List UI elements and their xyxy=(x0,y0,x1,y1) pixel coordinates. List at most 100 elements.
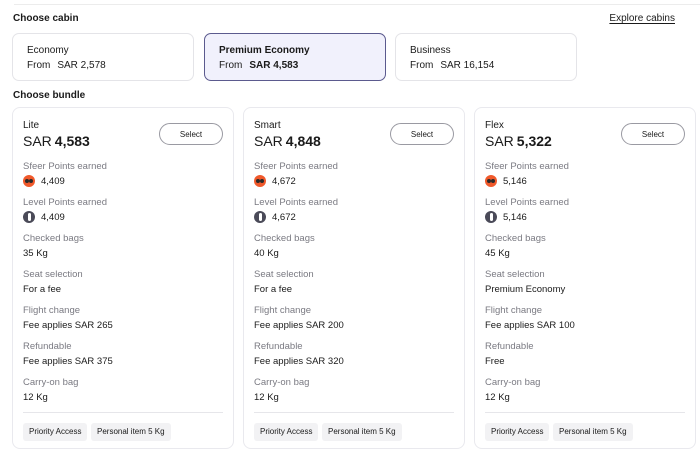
cabin-price-value: SAR 16,154 xyxy=(440,60,495,71)
flight-change-label: Flight change xyxy=(485,305,543,316)
checked-bags-value: 35 Kg xyxy=(23,248,48,259)
seat-selection-label: Seat selection xyxy=(254,269,314,280)
refundable-value: Fee applies SAR 320 xyxy=(254,356,344,367)
bundle-price: SAR 5,322 xyxy=(485,133,552,149)
bundle-price: SAR 4,848 xyxy=(254,133,321,149)
seat-selection-value: For a fee xyxy=(254,284,293,295)
tag-priority-access: Priority Access xyxy=(485,423,550,441)
cabin-from-label: From xyxy=(219,60,243,71)
bundle-currency: SAR xyxy=(23,133,52,149)
seat-selection-value: For a fee xyxy=(23,284,62,295)
flight-change-label: Flight change xyxy=(254,305,312,316)
cabin-price-value: SAR 2,578 xyxy=(57,60,106,71)
select-lite-button[interactable]: Select xyxy=(159,123,223,145)
sfeer-points-label: Sfeer Points earned xyxy=(254,161,338,172)
tag-priority-access: Priority Access xyxy=(23,423,88,441)
sfeer-points-value: 4,409 xyxy=(23,175,65,187)
bundle-card-lite: Lite SAR 4,583 Select Sfeer Points earned… xyxy=(12,107,234,449)
cabin-price-value: SAR 4,583 xyxy=(249,60,299,71)
select-flex-button[interactable]: Select xyxy=(621,123,685,145)
cabin-name: Economy xyxy=(27,45,69,56)
bundle-name: Smart xyxy=(254,120,281,131)
carry-on-value: 12 Kg xyxy=(254,392,279,403)
flight-change-value: Fee applies SAR 265 xyxy=(23,320,113,331)
choose-bundle-title: Choose bundle xyxy=(13,90,86,101)
seat-selection-value: Premium Economy xyxy=(485,284,566,295)
sfeer-points-value: 4,672 xyxy=(254,175,296,187)
level-points-label: Level Points earned xyxy=(485,197,569,208)
tag-personal-item: Personal item 5 Kg xyxy=(91,423,171,441)
sfeer-points-icon xyxy=(485,175,497,187)
bundle-name: Flex xyxy=(485,120,504,131)
bundle-currency: SAR xyxy=(254,133,283,149)
cabin-option-premium-economy[interactable]: Premium Economy From SAR 4,583 xyxy=(204,33,386,81)
sfeer-points-label: Sfeer Points earned xyxy=(485,161,569,172)
refundable-label: Refundable xyxy=(23,341,72,352)
cabin-option-business[interactable]: Business From SAR 16,154 xyxy=(395,33,577,81)
bundle-card-flex: Flex SAR 5,322 Select Sfeer Points earned… xyxy=(474,107,696,449)
choose-cabin-title: Choose cabin xyxy=(13,13,79,24)
checked-bags-label: Checked bags xyxy=(485,233,546,244)
level-points-value: 4,672 xyxy=(254,211,296,223)
cabin-options: Economy From SAR 2,578 Premium Economy Fr… xyxy=(12,33,578,82)
cabin-name: Business xyxy=(410,45,451,56)
carry-on-value: 12 Kg xyxy=(485,392,510,403)
flight-change-value: Fee applies SAR 100 xyxy=(485,320,575,331)
level-points-value: 5,146 xyxy=(485,211,527,223)
tag-personal-item: Personal item 5 Kg xyxy=(322,423,402,441)
explore-cabins-link[interactable]: Explore cabins xyxy=(609,13,675,24)
bundle-divider xyxy=(485,412,685,413)
refundable-label: Refundable xyxy=(254,341,303,352)
select-smart-button[interactable]: Select xyxy=(390,123,454,145)
level-points-number: 4,409 xyxy=(41,211,65,223)
bundle-card-smart: Smart SAR 4,848 Select Sfeer Points earne… xyxy=(243,107,465,449)
bundle-divider xyxy=(254,412,454,413)
cabin-from-label: From xyxy=(410,60,434,71)
level-points-label: Level Points earned xyxy=(23,197,107,208)
cabin-from-label: From xyxy=(27,60,51,71)
bundle-currency: SAR xyxy=(485,133,514,149)
checked-bags-label: Checked bags xyxy=(23,233,84,244)
checked-bags-value: 45 Kg xyxy=(485,248,510,259)
bundle-divider xyxy=(23,412,223,413)
bundle-price-value: 5,322 xyxy=(516,133,552,149)
sfeer-points-icon xyxy=(23,175,35,187)
checked-bags-value: 40 Kg xyxy=(254,248,279,259)
sfeer-points-value: 5,146 xyxy=(485,175,527,187)
sfeer-points-icon xyxy=(254,175,266,187)
bundle-price: SAR 4,583 xyxy=(23,133,90,149)
bundle-price-value: 4,848 xyxy=(285,133,321,149)
carry-on-label: Carry-on bag xyxy=(485,377,541,388)
cabin-name: Premium Economy xyxy=(219,45,310,56)
cabin-option-economy[interactable]: Economy From SAR 2,578 xyxy=(12,33,194,81)
seat-selection-label: Seat selection xyxy=(485,269,545,280)
seat-selection-label: Seat selection xyxy=(23,269,83,280)
level-points-value: 4,409 xyxy=(23,211,65,223)
bundle-name: Lite xyxy=(23,120,40,131)
carry-on-label: Carry-on bag xyxy=(254,377,310,388)
bundle-price-value: 4,583 xyxy=(54,133,90,149)
level-points-icon xyxy=(23,211,35,223)
tag-personal-item: Personal item 5 Kg xyxy=(553,423,633,441)
level-points-icon xyxy=(254,211,266,223)
carry-on-value: 12 Kg xyxy=(23,392,48,403)
refundable-value: Fee applies SAR 375 xyxy=(23,356,113,367)
sfeer-points-label: Sfeer Points earned xyxy=(23,161,107,172)
flight-change-label: Flight change xyxy=(23,305,81,316)
refundable-label: Refundable xyxy=(485,341,534,352)
flight-change-value: Fee applies SAR 200 xyxy=(254,320,344,331)
sfeer-points-number: 5,146 xyxy=(503,175,527,187)
refundable-value: Free xyxy=(485,356,505,367)
sfeer-points-number: 4,672 xyxy=(272,175,296,187)
carry-on-label: Carry-on bag xyxy=(23,377,79,388)
sfeer-points-number: 4,409 xyxy=(41,175,65,187)
level-points-number: 4,672 xyxy=(272,211,296,223)
cabin-price: From SAR 16,154 xyxy=(410,60,494,71)
tag-priority-access: Priority Access xyxy=(254,423,319,441)
top-divider xyxy=(14,4,700,5)
level-points-icon xyxy=(485,211,497,223)
checked-bags-label: Checked bags xyxy=(254,233,315,244)
cabin-price: From SAR 2,578 xyxy=(27,60,106,71)
cabin-price: From SAR 4,583 xyxy=(219,60,298,71)
level-points-number: 5,146 xyxy=(503,211,527,223)
